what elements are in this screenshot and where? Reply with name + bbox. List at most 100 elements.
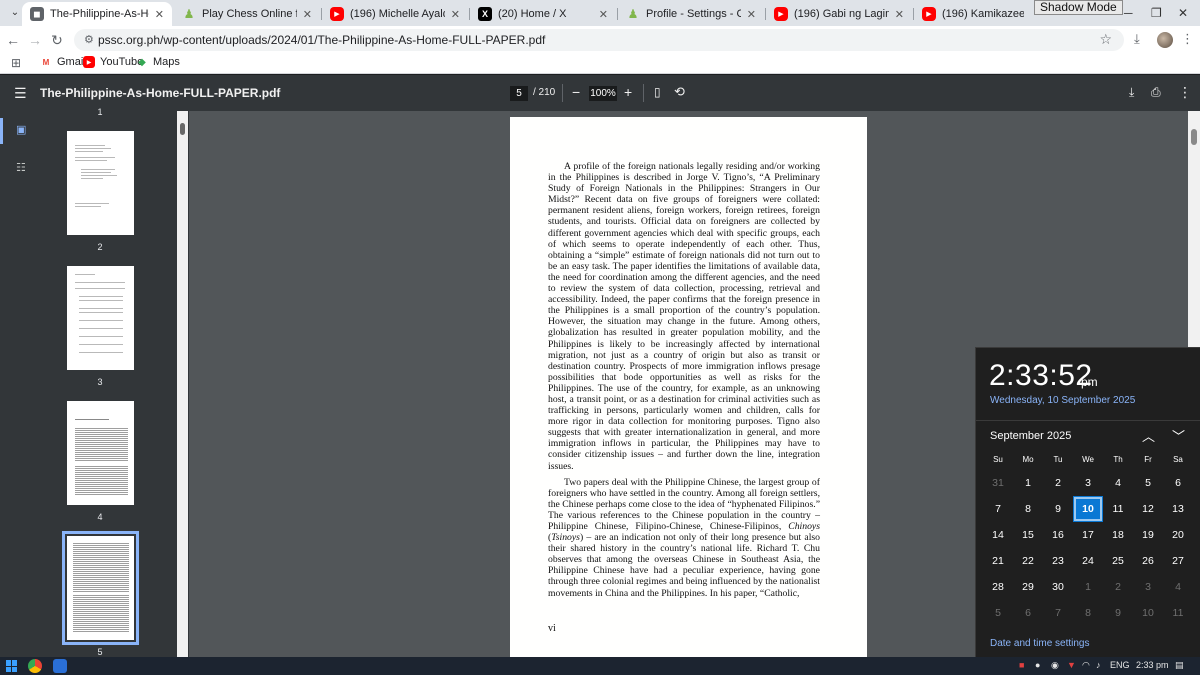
- more-menu-icon[interactable]: ⋮: [1181, 31, 1194, 47]
- calendar-day[interactable]: 21: [983, 548, 1013, 574]
- calendar-day[interactable]: 20: [1163, 522, 1193, 548]
- calendar-day[interactable]: 5: [983, 600, 1013, 626]
- thumbnail-page-5[interactable]: [62, 531, 139, 645]
- zoom-in-icon[interactable]: +: [624, 84, 632, 100]
- url-text[interactable]: pssc.org.ph/wp-content/uploads/2024/01/T…: [98, 33, 545, 47]
- taskbar-clock[interactable]: 2:33 pm: [1136, 660, 1169, 670]
- sidebar-scrollbar[interactable]: [177, 111, 188, 657]
- bookmark-maps[interactable]: ◆ Maps: [136, 56, 180, 68]
- calendar-day[interactable]: 8: [1073, 600, 1103, 626]
- tab-chess-play[interactable]: ♟ Play Chess Online for FREE - 2 P ✕: [174, 2, 320, 26]
- close-window-icon[interactable]: ✕: [1178, 6, 1188, 20]
- chevron-up-icon[interactable]: ︿: [1142, 426, 1155, 445]
- chevron-down-icon[interactable]: ﹀: [1172, 426, 1185, 445]
- calendar-day[interactable]: 11: [1163, 600, 1193, 626]
- thumbnail-page-2[interactable]: [67, 131, 134, 235]
- calendar-day[interactable]: 30: [1043, 574, 1073, 600]
- site-info-icon[interactable]: ⚙: [84, 33, 94, 46]
- page-number-input[interactable]: 5: [510, 86, 528, 101]
- menu-icon[interactable]: ☰: [14, 85, 27, 102]
- restore-icon[interactable]: ❐: [1151, 6, 1162, 20]
- language-indicator[interactable]: ENG: [1110, 660, 1130, 670]
- close-icon[interactable]: ✕: [747, 8, 756, 21]
- calendar-day[interactable]: 10: [1133, 600, 1163, 626]
- calendar-day[interactable]: 17: [1073, 522, 1103, 548]
- calendar-day[interactable]: 8: [1013, 496, 1043, 522]
- tray-app-icon[interactable]: ■: [1019, 660, 1024, 670]
- calendar-day[interactable]: 9: [1043, 496, 1073, 522]
- calendar-day[interactable]: 27: [1163, 548, 1193, 574]
- shadow-mode-label[interactable]: Shadow Mode: [1034, 0, 1123, 15]
- notifications-icon[interactable]: ▤: [1175, 660, 1184, 671]
- calendar-day[interactable]: 31: [983, 470, 1013, 496]
- thumbnail-page-3[interactable]: [67, 266, 134, 370]
- bookmark-gmail[interactable]: M Gmail: [40, 56, 86, 68]
- calendar-day[interactable]: 24: [1073, 548, 1103, 574]
- calendar-day[interactable]: 11: [1103, 496, 1133, 522]
- calendar-day[interactable]: 7: [1043, 600, 1073, 626]
- download-icon[interactable]: ⤓: [1129, 84, 1134, 100]
- calendar-day[interactable]: 29: [1013, 574, 1043, 600]
- apps-grid-icon[interactable]: ⊞: [11, 56, 21, 70]
- windows-start-icon[interactable]: [6, 660, 18, 672]
- calendar-day[interactable]: 14: [983, 522, 1013, 548]
- zoom-input[interactable]: 100%: [589, 86, 617, 101]
- close-icon[interactable]: ✕: [303, 8, 312, 21]
- calendar-day[interactable]: 3: [1133, 574, 1163, 600]
- minimize-icon[interactable]: ─: [1124, 6, 1133, 20]
- calendar-day[interactable]: 28: [983, 574, 1013, 600]
- calendar-day[interactable]: 13: [1163, 496, 1193, 522]
- tab-chess-settings[interactable]: ♟ Profile - Settings - Chess.com ✕: [618, 2, 764, 26]
- calendar-day[interactable]: 18: [1103, 522, 1133, 548]
- back-arrow-icon[interactable]: ←: [4, 31, 22, 49]
- tab-youtube-kamikazee[interactable]: ▶ (196) Kamikazee - Mundo ng: [914, 2, 1032, 26]
- scrollbar-thumb[interactable]: [180, 123, 185, 135]
- calendar-day[interactable]: 12: [1133, 496, 1163, 522]
- scrollbar-thumb[interactable]: [1191, 129, 1197, 145]
- calendar-day[interactable]: 22: [1013, 548, 1043, 574]
- calendar-day[interactable]: 2: [1043, 470, 1073, 496]
- tray-app-icon[interactable]: ●: [1035, 660, 1040, 670]
- forward-arrow-icon[interactable]: →: [26, 31, 44, 49]
- thumbnails-icon[interactable]: ▣: [16, 123, 26, 136]
- calendar-day[interactable]: 15: [1013, 522, 1043, 548]
- calendar-day[interactable]: 9: [1103, 600, 1133, 626]
- zoom-out-icon[interactable]: −: [572, 84, 580, 100]
- app-icon[interactable]: [53, 659, 67, 673]
- download-icon[interactable]: ⤓: [1134, 31, 1140, 47]
- calendar-day[interactable]: 25: [1103, 548, 1133, 574]
- chrome-icon[interactable]: [28, 659, 42, 673]
- calendar-day[interactable]: 16: [1043, 522, 1073, 548]
- more-options-icon[interactable]: ⋮: [1178, 84, 1192, 100]
- bookmark-star-icon[interactable]: ☆: [1099, 31, 1112, 48]
- tray-app-icon[interactable]: ▼: [1067, 660, 1076, 670]
- clock-date-link[interactable]: Wednesday, 10 September 2025: [990, 395, 1135, 406]
- thumbnail-page-4[interactable]: [67, 401, 134, 505]
- calendar-day[interactable]: 1: [1073, 574, 1103, 600]
- bookmark-youtube[interactable]: ▶ YouTube: [83, 56, 143, 68]
- tab-youtube-gabi[interactable]: ▶ (196) Gabi ng Lagim Intro!! - Yo ✕: [766, 2, 912, 26]
- tab-pdf-document[interactable]: ◼ The-Philippine-As-Home-FULL- ✕: [22, 2, 172, 26]
- calendar-day[interactable]: 2: [1103, 574, 1133, 600]
- close-icon[interactable]: ✕: [451, 8, 460, 21]
- calendar-month-label[interactable]: September 2025: [990, 430, 1071, 442]
- outline-icon[interactable]: ☷: [16, 161, 26, 174]
- fit-page-icon[interactable]: ▯: [654, 84, 661, 100]
- tab-youtube-michelle[interactable]: ▶ (196) Michelle Ayalde - Wansap ✕: [322, 2, 468, 26]
- calendar-day[interactable]: 26: [1133, 548, 1163, 574]
- calendar-day[interactable]: 4: [1163, 574, 1193, 600]
- close-icon[interactable]: ✕: [155, 8, 164, 21]
- close-icon[interactable]: ✕: [599, 8, 608, 21]
- profile-avatar[interactable]: [1157, 32, 1173, 48]
- print-icon[interactable]: ⎙: [1151, 84, 1161, 100]
- close-icon[interactable]: ✕: [895, 8, 904, 21]
- calendar-day[interactable]: 23: [1043, 548, 1073, 574]
- calendar-day[interactable]: 10: [1073, 496, 1103, 522]
- reload-icon[interactable]: ↻: [48, 31, 66, 49]
- calendar-day[interactable]: 5: [1133, 470, 1163, 496]
- tab-x-home[interactable]: X (20) Home / X ✕: [470, 2, 616, 26]
- calendar-day[interactable]: 7: [983, 496, 1013, 522]
- calendar-day[interactable]: 19: [1133, 522, 1163, 548]
- calendar-day[interactable]: 6: [1013, 600, 1043, 626]
- volume-icon[interactable]: ♪: [1096, 660, 1101, 670]
